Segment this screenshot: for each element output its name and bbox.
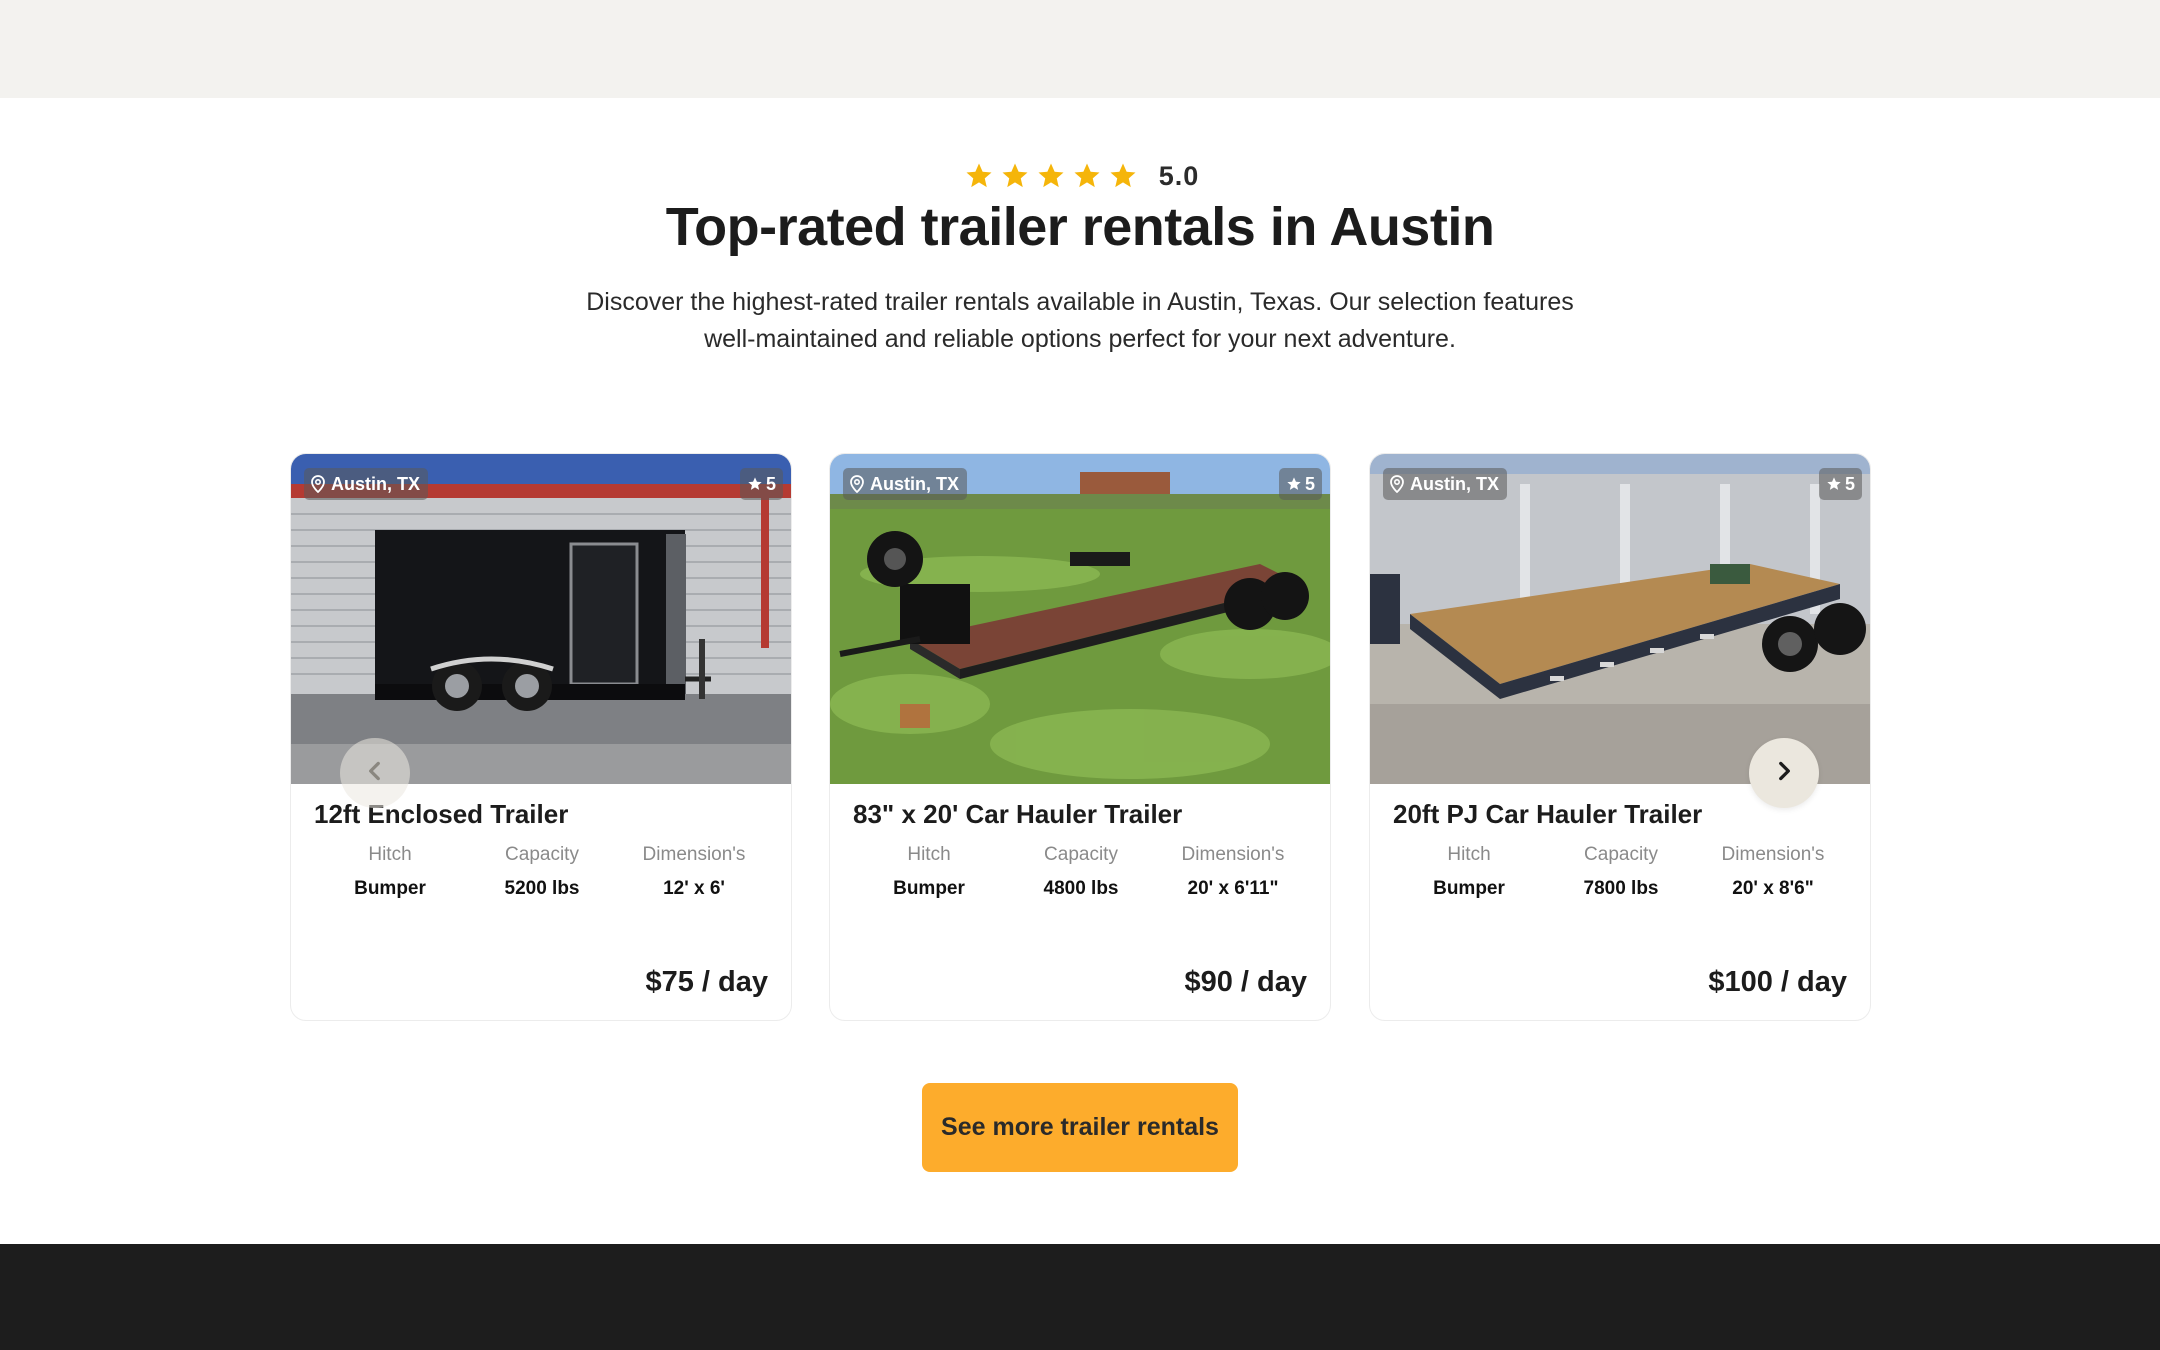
top-band — [0, 0, 2160, 98]
hitch-value: Bumper — [893, 878, 965, 899]
card-price: $100 / day — [1708, 966, 1847, 998]
trailer-card[interactable]: Austin, TX 5 12ft Enclosed Trailer Hitch… — [290, 453, 792, 1021]
location-text: Austin, TX — [870, 473, 959, 494]
hitch-label: Hitch — [1447, 844, 1491, 865]
card-specs: Hitch Bumper Capacity 7800 lbs Dimension's… — [1393, 844, 1849, 900]
card-title[interactable]: 20ft PJ Car Hauler Trailer — [1393, 799, 1702, 830]
section-headline: Top-rated trailer rentals in Austin — [665, 197, 1495, 257]
hitch-label: Hitch — [368, 844, 412, 865]
star-icon — [1105, 158, 1141, 194]
card-price: $90 / day — [1184, 966, 1307, 998]
map-pin-icon — [310, 475, 326, 493]
dimensions-label: Dimension's — [642, 844, 746, 865]
location-text: Austin, TX — [1410, 473, 1499, 494]
carousel-next-button[interactable] — [1749, 738, 1819, 808]
dimensions-label: Dimension's — [1181, 844, 1285, 865]
star-icon — [1286, 476, 1302, 492]
location-badge: Austin, TX — [1383, 468, 1507, 500]
pj-car-hauler-trailer-photo[interactable]: Austin, TX 5 — [1370, 454, 1870, 784]
dimensions-label: Dimension's — [1721, 844, 1825, 865]
star-icon — [1033, 158, 1069, 194]
enclosed-trailer-photo[interactable]: Austin, TX 5 — [291, 454, 791, 784]
capacity-label: Capacity — [505, 844, 579, 865]
carousel-prev-button[interactable] — [340, 738, 410, 808]
section-description: Discover the highest-rated trailer renta… — [586, 288, 1574, 353]
location-text: Austin, TX — [331, 473, 420, 494]
hitch-value: Bumper — [1433, 878, 1505, 899]
capacity-label: Capacity — [1584, 844, 1658, 865]
map-pin-icon — [849, 475, 865, 493]
hitch-value: Bumper — [354, 878, 426, 899]
rating-badge: 5 — [1278, 468, 1322, 500]
card-price: $75 / day — [645, 966, 768, 998]
hitch-label: Hitch — [907, 844, 951, 865]
rating-badge: 5 — [739, 468, 783, 500]
map-pin-icon — [1389, 475, 1405, 493]
star-icon — [747, 476, 763, 492]
star-icon — [1069, 158, 1105, 194]
see-more-button[interactable]: See more trailer rentals — [922, 1083, 1238, 1172]
star-icon — [997, 158, 1033, 194]
card-specs: Hitch Bumper Capacity 5200 lbs Dimension's… — [314, 844, 770, 900]
card-title[interactable]: 83" x 20' Car Hauler Trailer — [853, 799, 1182, 830]
capacity-value: 5200 lbs — [504, 878, 580, 899]
chevron-right-icon — [1771, 758, 1797, 789]
trailer-card[interactable]: Austin, TX 5 83" x 20' Car Hauler Traile… — [829, 453, 1331, 1021]
star-icon — [961, 158, 997, 194]
dimensions-value: 20' x 6'11" — [1187, 878, 1279, 899]
capacity-value: 7800 lbs — [1583, 878, 1659, 899]
location-badge: Austin, TX — [843, 468, 967, 500]
trailer-card[interactable]: Austin, TX 5 20ft PJ Car Hauler Trailer … — [1369, 453, 1871, 1021]
footer — [0, 1244, 2160, 1350]
rating-text: 5 — [1844, 473, 1855, 494]
chevron-left-icon — [362, 758, 388, 789]
rating-text: 5 — [1304, 473, 1315, 494]
overall-rating: 5.0 — [0, 158, 2160, 194]
card-specs: Hitch Bumper Capacity 4800 lbs Dimension's… — [853, 844, 1309, 900]
dimensions-value: 20' x 8'6" — [1732, 878, 1814, 899]
rating-text: 5 — [765, 473, 776, 494]
location-badge: Austin, TX — [304, 468, 428, 500]
rating-value: 5.0 — [1158, 160, 1200, 191]
star-icon — [1826, 476, 1842, 492]
car-hauler-trailer-photo[interactable]: Austin, TX 5 — [830, 454, 1330, 784]
dimensions-value: 12' x 6' — [663, 878, 725, 899]
rating-badge: 5 — [1818, 468, 1862, 500]
capacity-value: 4800 lbs — [1043, 878, 1119, 899]
capacity-label: Capacity — [1044, 844, 1118, 865]
card-title[interactable]: 12ft Enclosed Trailer — [314, 799, 568, 830]
